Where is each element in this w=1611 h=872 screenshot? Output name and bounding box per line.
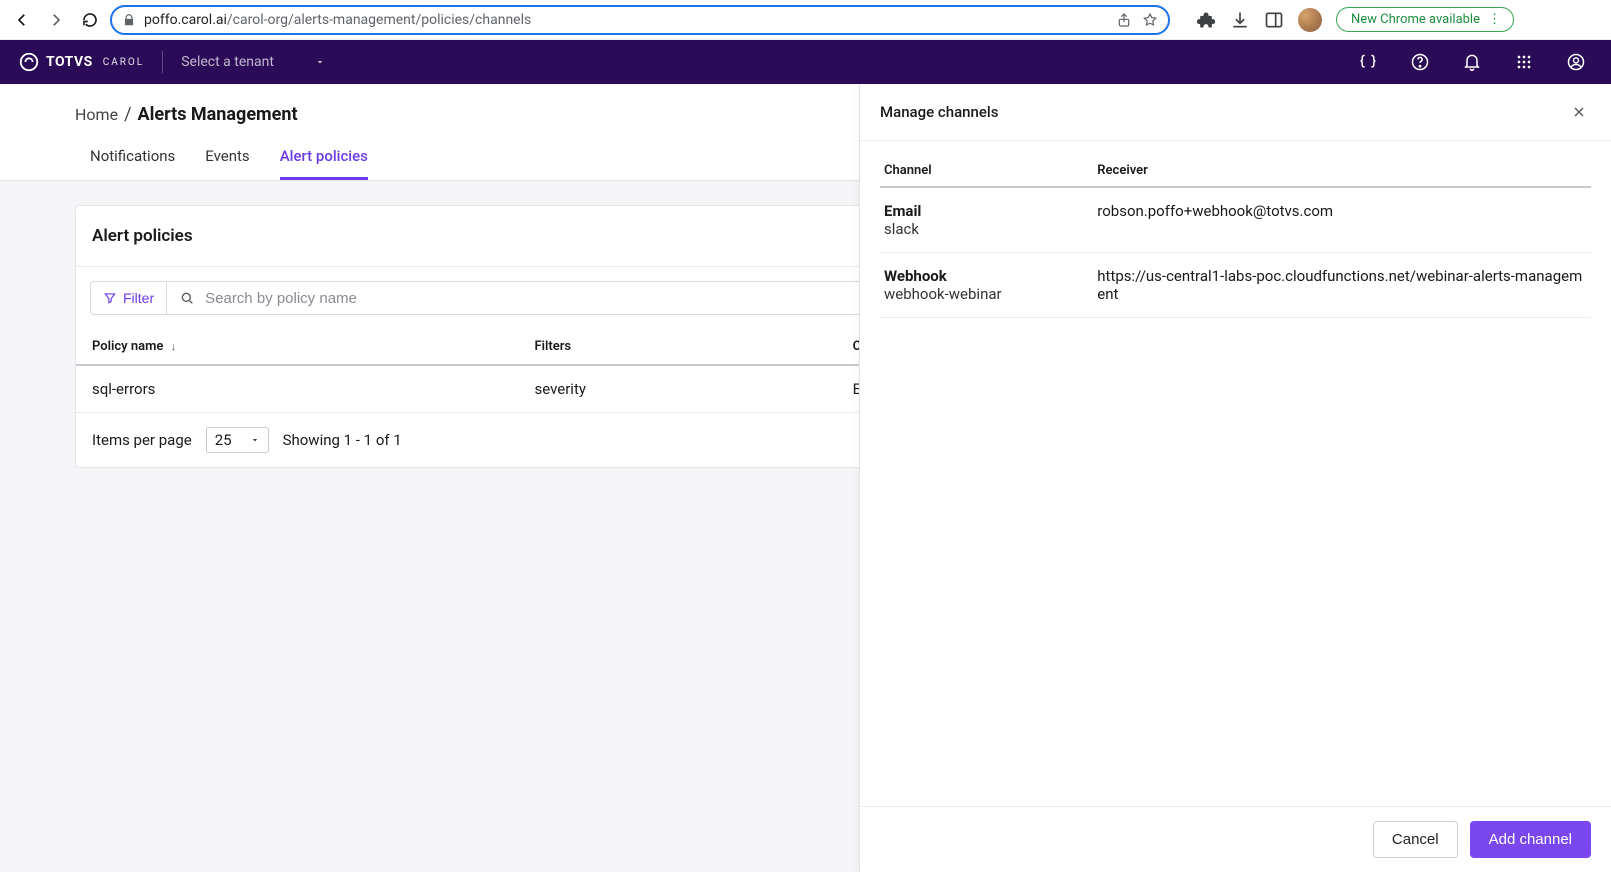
app-logo[interactable]: TOTVS CAROL [18, 51, 144, 73]
funnel-icon [103, 291, 117, 305]
items-per-page-label: Items per page [92, 431, 192, 449]
table-row[interactable]: Email slack robson.poffo+webhook@totvs.c… [880, 187, 1591, 253]
panel-title: Manage channels [880, 103, 998, 121]
logo-mark-icon [18, 51, 40, 73]
search-icon [179, 290, 195, 306]
cell-filters: severity [518, 365, 836, 413]
caret-down-icon [250, 435, 260, 445]
tab-notifications[interactable]: Notifications [90, 147, 175, 180]
app-header: TOTVS CAROL Select a tenant [0, 40, 1611, 84]
channel-type: Webhook [884, 267, 1089, 285]
brand-main: TOTVS [46, 54, 93, 70]
breadcrumb-home[interactable]: Home [75, 105, 118, 124]
col-channel[interactable]: Channel [880, 155, 1093, 187]
chrome-update-label: New Chrome available [1351, 12, 1480, 27]
kebab-icon: ⋮ [1488, 12, 1501, 27]
help-icon[interactable] [1403, 45, 1437, 79]
bookmark-star-icon[interactable] [1142, 12, 1158, 28]
tab-alert-policies[interactable]: Alert policies [280, 147, 368, 180]
filter-button-label: Filter [123, 290, 154, 306]
extensions-icon[interactable] [1196, 10, 1216, 30]
col-receiver[interactable]: Receiver [1093, 155, 1591, 187]
table-row[interactable]: Webhook webhook-webinar https://us-centr… [880, 253, 1591, 318]
share-icon[interactable] [1116, 12, 1132, 28]
panel-body: Channel Receiver Email slack robson.poff… [860, 141, 1611, 806]
channels-table: Channel Receiver Email slack robson.poff… [880, 155, 1591, 318]
page-size-value: 25 [215, 431, 232, 449]
browser-toolbar: poffo.carol.ai/carol-org/alerts-manageme… [0, 0, 1611, 40]
cancel-button[interactable]: Cancel [1373, 821, 1458, 858]
channel-receiver: robson.poffo+webhook@totvs.com [1093, 187, 1591, 253]
add-channel-button[interactable]: Add channel [1470, 821, 1591, 858]
col-filters[interactable]: Filters [518, 329, 836, 365]
channel-name: slack [884, 220, 1089, 238]
code-braces-icon[interactable] [1351, 45, 1385, 79]
manage-channels-panel: Manage channels Channel Receiver Email [859, 84, 1611, 872]
page-size-select[interactable]: 25 [206, 427, 269, 453]
panel-icon[interactable] [1264, 10, 1284, 30]
lock-icon [122, 13, 136, 27]
channel-receiver: https://us-central1-labs-poc.cloudfuncti… [1093, 253, 1591, 318]
col-policy-name[interactable]: Policy name ↓ [76, 329, 518, 365]
reload-button[interactable] [76, 6, 104, 34]
divider [162, 51, 163, 73]
chrome-update-button[interactable]: New Chrome available ⋮ [1336, 7, 1514, 32]
breadcrumb-sep: / [124, 104, 131, 125]
page: Home / Alerts Management Notifications E… [0, 84, 1611, 872]
sort-down-icon: ↓ [171, 340, 177, 353]
caret-down-icon [314, 56, 326, 68]
tenant-placeholder: Select a tenant [181, 54, 274, 70]
channel-type: Email [884, 202, 1089, 220]
tab-events[interactable]: Events [205, 147, 249, 180]
panel-close-button[interactable] [1567, 100, 1591, 124]
account-icon[interactable] [1559, 45, 1593, 79]
panel-footer: Cancel Add channel [860, 806, 1611, 872]
downloads-icon[interactable] [1230, 10, 1250, 30]
showing-text: Showing 1 - 1 of 1 [283, 431, 402, 449]
back-button[interactable] [8, 6, 36, 34]
filter-button[interactable]: Filter [90, 281, 166, 315]
bell-icon[interactable] [1455, 45, 1489, 79]
close-icon [1571, 104, 1587, 120]
profile-avatar[interactable] [1298, 8, 1322, 32]
url-text: poffo.carol.ai/carol-org/alerts-manageme… [144, 12, 1108, 28]
forward-button[interactable] [42, 6, 70, 34]
panel-header: Manage channels [860, 84, 1611, 141]
tenant-select[interactable]: Select a tenant [181, 54, 326, 70]
address-bar[interactable]: poffo.carol.ai/carol-org/alerts-manageme… [110, 5, 1170, 35]
apps-grid-icon[interactable] [1507, 45, 1541, 79]
breadcrumb-current: Alerts Management [138, 104, 298, 125]
brand-sub: CAROL [103, 57, 144, 68]
channel-name: webhook-webinar [884, 285, 1089, 303]
cell-policy-name: sql-errors [76, 365, 518, 413]
